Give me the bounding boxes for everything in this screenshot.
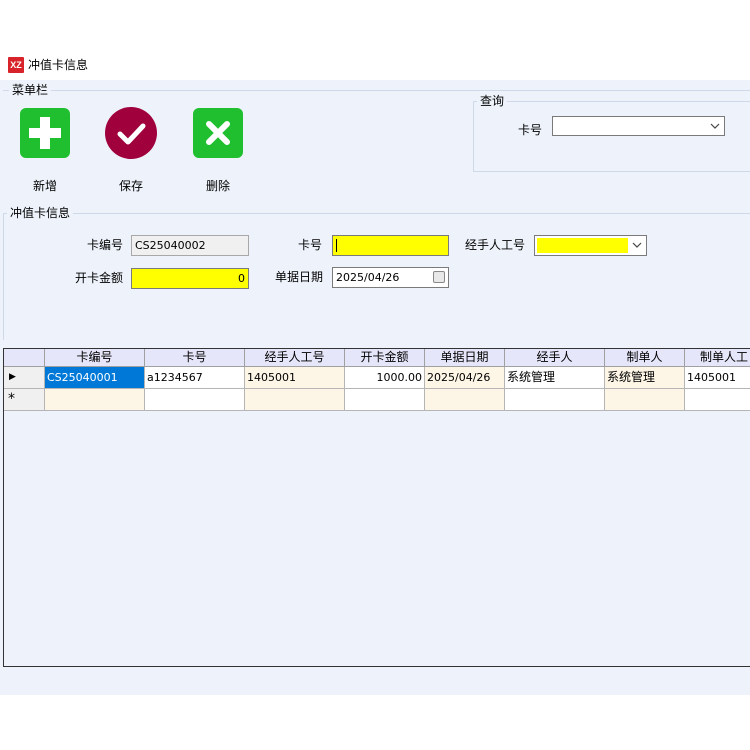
- card-data-grid[interactable]: 卡编号 卡号 经手人工号 开卡金额 单据日期 经手人 制单人 制单人工 ▶ CS…: [3, 348, 750, 667]
- query-card-no-label: 卡号: [517, 123, 542, 137]
- plus-icon: [20, 108, 70, 158]
- cell-creator-no[interactable]: 1405001: [685, 367, 750, 389]
- current-row-marker: ▶: [9, 372, 16, 382]
- window-title: 冲值卡信息: [28, 58, 89, 72]
- query-card-no-dropdown[interactable]: [552, 116, 725, 136]
- date-label: 单据日期: [274, 270, 323, 284]
- row-header-new[interactable]: *: [4, 389, 45, 411]
- new-cell-amount[interactable]: [345, 389, 425, 411]
- date-picker[interactable]: 2025/04/26: [332, 267, 449, 288]
- cell-card-code[interactable]: CS25040001: [45, 367, 145, 389]
- card-no-label: 卡号: [297, 238, 322, 252]
- card-info-groupbox-title: 冲值卡信息: [7, 205, 74, 221]
- row-header-current[interactable]: ▶: [4, 367, 45, 389]
- grid-corner-cell: [4, 349, 45, 367]
- column-header-card-code[interactable]: 卡编号: [45, 349, 145, 367]
- save-button-label: 保存: [118, 179, 143, 193]
- delete-button-label: 删除: [205, 179, 230, 193]
- column-header-creator-no[interactable]: 制单人工: [685, 349, 750, 367]
- card-code-field[interactable]: CS25040002: [131, 235, 249, 256]
- column-header-date[interactable]: 单据日期: [425, 349, 505, 367]
- column-header-creator[interactable]: 制单人: [605, 349, 685, 367]
- card-code-label: 卡编号: [86, 238, 123, 252]
- new-cell-card-code[interactable]: [45, 389, 145, 411]
- add-button[interactable]: 新增: [17, 107, 73, 197]
- handler-no-dropdown[interactable]: [534, 235, 647, 256]
- column-header-amount[interactable]: 开卡金额: [345, 349, 425, 367]
- chevron-down-icon[interactable]: [706, 117, 724, 135]
- calendar-icon[interactable]: [433, 271, 445, 283]
- new-cell-handler[interactable]: [505, 389, 605, 411]
- save-button[interactable]: 保存: [103, 107, 159, 197]
- table-row[interactable]: ▶ CS25040001 a1234567 1405001 1000.00 20…: [4, 367, 750, 389]
- amount-input[interactable]: 0: [131, 268, 249, 289]
- cell-date[interactable]: 2025/04/26: [425, 367, 505, 389]
- text-cursor: [336, 239, 337, 252]
- new-cell-card-no[interactable]: [145, 389, 245, 411]
- card-no-input[interactable]: [332, 235, 449, 256]
- app-logo-icon: XZ: [8, 57, 24, 73]
- cell-handler-no[interactable]: 1405001: [245, 367, 345, 389]
- new-cell-handler-no[interactable]: [245, 389, 345, 411]
- date-value: 2025/04/26: [336, 271, 400, 284]
- chevron-down-icon[interactable]: [628, 236, 646, 255]
- new-cell-creator[interactable]: [605, 389, 685, 411]
- check-icon: [105, 107, 157, 159]
- menu-groupbox-title: 菜单栏: [9, 82, 52, 98]
- cell-handler[interactable]: 系统管理: [505, 367, 605, 389]
- column-header-handler[interactable]: 经手人: [505, 349, 605, 367]
- delete-button[interactable]: 删除: [190, 107, 246, 197]
- column-header-card-no[interactable]: 卡号: [145, 349, 245, 367]
- cross-icon: [193, 108, 243, 158]
- new-row-marker: *: [8, 391, 15, 407]
- new-row[interactable]: *: [4, 389, 750, 411]
- amount-label: 开卡金额: [74, 271, 123, 285]
- new-cell-creator-no[interactable]: [685, 389, 750, 411]
- cell-card-no[interactable]: a1234567: [145, 367, 245, 389]
- new-cell-date[interactable]: [425, 389, 505, 411]
- column-header-handler-no[interactable]: 经手人工号: [245, 349, 345, 367]
- add-button-label: 新增: [32, 179, 57, 193]
- window-titlebar: XZ 冲值卡信息: [0, 52, 750, 78]
- handler-no-label: 经手人工号: [464, 238, 525, 252]
- query-groupbox-title: 查询: [477, 93, 508, 109]
- handler-no-value: [537, 238, 628, 253]
- cell-amount[interactable]: 1000.00: [345, 367, 425, 389]
- cell-creator[interactable]: 系统管理: [605, 367, 685, 389]
